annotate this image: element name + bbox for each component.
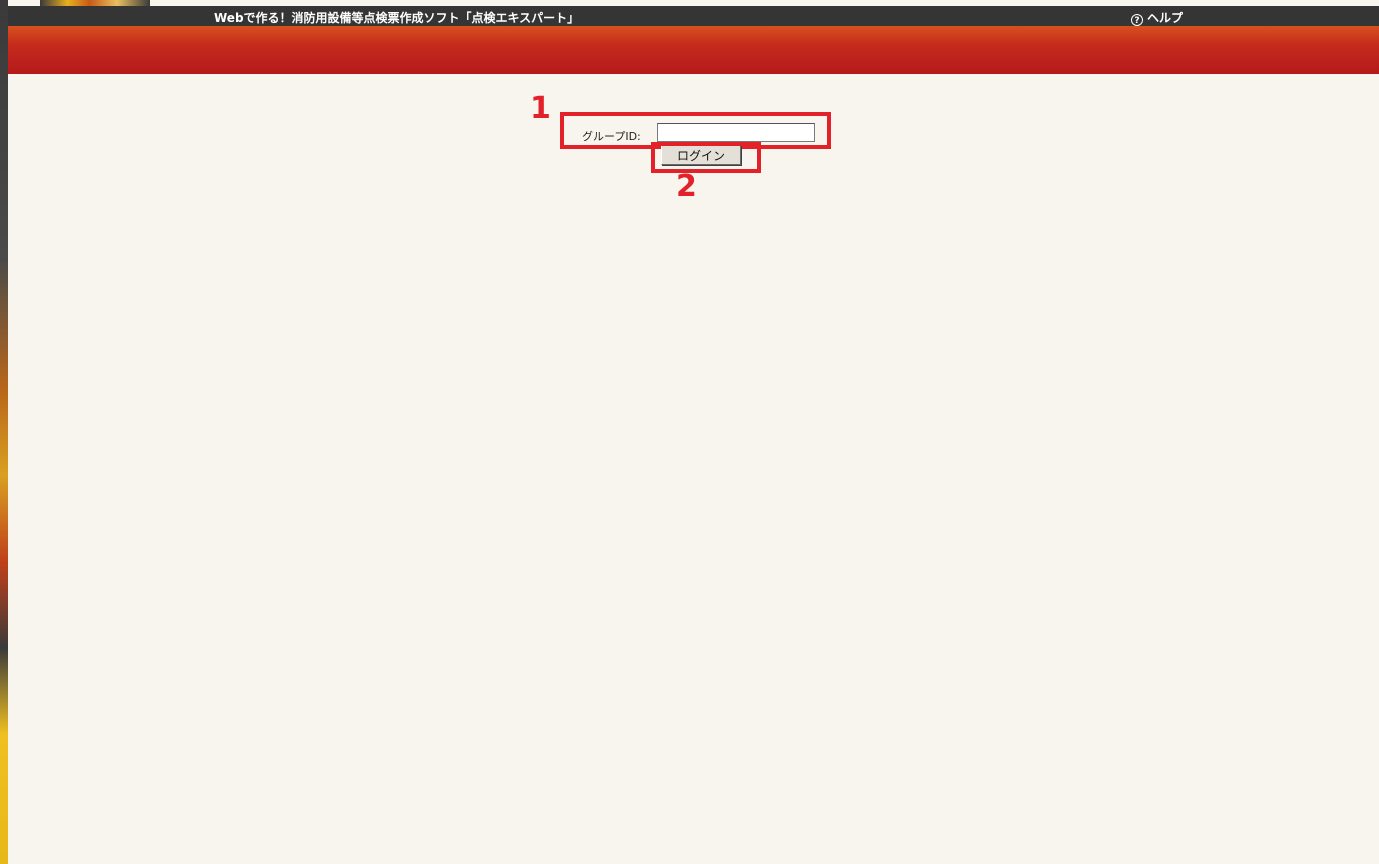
group-id-label: グループID: bbox=[582, 130, 641, 143]
annotation-highlight-2 bbox=[651, 142, 761, 173]
help-link[interactable]: ? ヘルプ bbox=[1131, 9, 1183, 26]
header-band bbox=[8, 26, 1379, 74]
annotation-marker-2: 2 bbox=[676, 169, 697, 204]
annotation-marker-1: 1 bbox=[530, 91, 551, 126]
top-bar: Webで作る！消防用設備等点検票作成ソフト「点検エキスパート」 ? ヘルプ bbox=[8, 6, 1379, 26]
help-icon: ? bbox=[1131, 14, 1143, 26]
group-id-input[interactable] bbox=[657, 123, 815, 142]
help-label: ヘルプ bbox=[1147, 11, 1184, 25]
app-title: Webで作る！消防用設備等点検票作成ソフト「点検エキスパート」 bbox=[214, 11, 580, 25]
left-decorative-strip bbox=[0, 0, 8, 864]
login-form: 1 グループID: ログイン 2 bbox=[8, 74, 1379, 864]
